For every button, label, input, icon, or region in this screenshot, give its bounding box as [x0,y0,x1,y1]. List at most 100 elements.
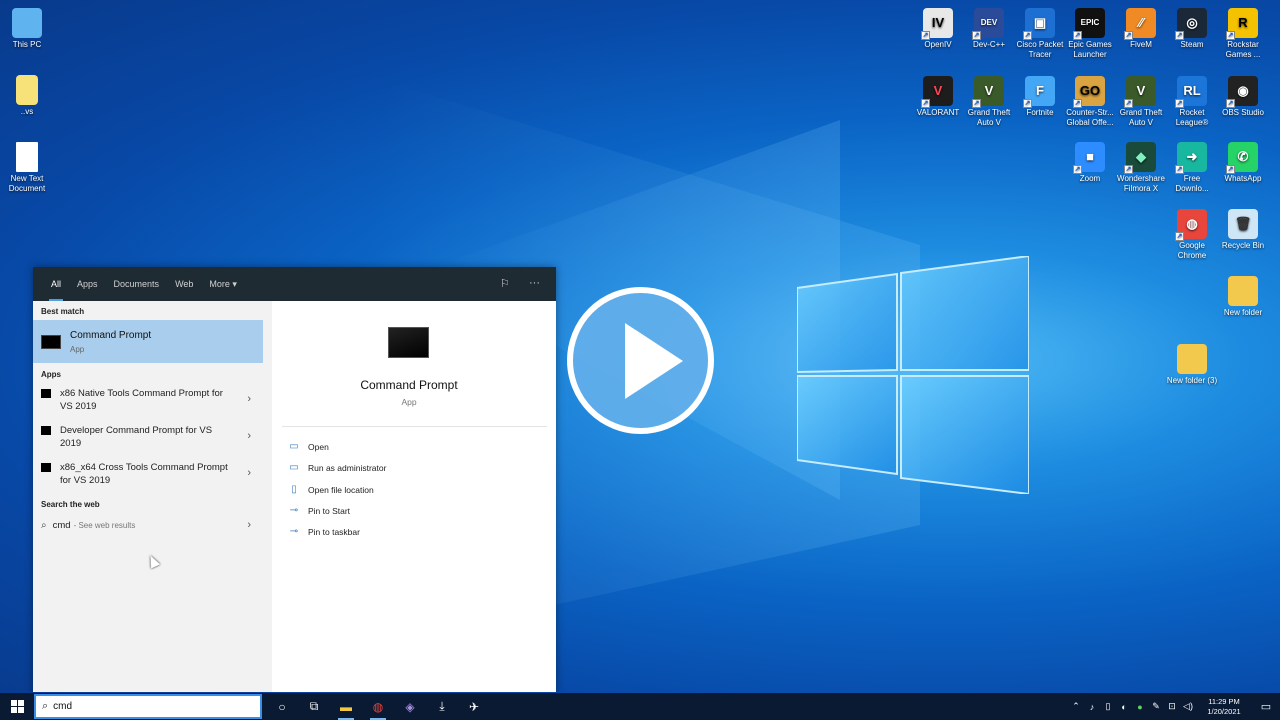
pin-icon: ⊸ [289,526,299,537]
list-item[interactable]: Developer Command Prompt for VS 2019 › [33,420,263,457]
desktop-icon-fortnite[interactable]: F ↗ Fortnite [1014,76,1066,118]
volume-icon[interactable]: ◁) [1180,701,1196,712]
desktop-icon-label: FiveM [1130,40,1152,49]
desktop-icon-openiv[interactable]: IV ↗ OpenIV [912,8,964,50]
action-pin-to-taskbar[interactable]: ⊸ Pin to taskbar [288,526,360,537]
app-result-label: Developer Command Prompt for VS 2019 [60,425,213,449]
desktop-icon-valorant[interactable]: V ↗ VALORANT [912,76,964,118]
tab-web[interactable]: Web [167,267,201,301]
desktop-icon-label: Recycle Bin [1221,241,1265,250]
chevron-up-icon[interactable]: ⌃ [1068,701,1084,712]
taskbar-search-box[interactable]: ⌕ [34,694,262,719]
action-open-file-location[interactable]: ▯ Open file location [288,484,373,495]
tab-all[interactable]: All [43,267,69,301]
shortcut-arrow-icon: ↗ [1175,165,1184,174]
web-search-result[interactable]: ⌕ cmd - See web results › [33,513,263,537]
app-icon: ◍ ↗ [1175,209,1207,241]
best-match-item[interactable]: Command Prompt App [33,320,263,363]
folder-icon [16,75,38,105]
desktop-icon-obs-studio[interactable]: ◉ ↗ OBS Studio [1217,76,1269,118]
desktop-icon-this-pc[interactable]: This PC [1,8,53,50]
action-run-as-administrator[interactable]: ▭ Run as administrator [288,462,386,473]
desktop-icon-new-folder-3[interactable]: New folder (3) [1166,344,1218,386]
pc-icon [12,8,42,38]
clock[interactable]: 11:29 PM 1/20/2021 [1202,697,1246,717]
network-icon[interactable]: ⊡ [1164,701,1180,712]
desktop-icon-counter-str-global-offe[interactable]: GO ↗ Counter-Str... Global Offe... [1064,76,1116,128]
more-options-icon[interactable]: ··· [529,277,540,289]
desktop-icon-new-text-document[interactable]: New Text Document [1,142,53,194]
chrome-icon: ◍ [372,699,384,714]
desktop-icon-rockstar-games[interactable]: R ↗ Rockstar Games ... [1217,8,1269,60]
desktop-icon-vs-folder[interactable]: ..vs [1,75,53,117]
desktop-icon-label: ..vs [20,107,34,116]
taskbar-app-download[interactable]: ⤓ [426,693,458,720]
search-icon: ⌕ [41,519,47,531]
desktop-icon-free-downlo[interactable]: ➜ ↗ Free Downlo... [1166,142,1218,194]
command-prompt-icon [41,389,51,398]
feedback-icon[interactable]: ⚐ [500,277,510,290]
taskbar-app-steam[interactable]: ✈ [458,693,490,720]
battery-icon[interactable]: ▯ [1100,701,1116,712]
desktop-icon-label: Steam [1180,40,1204,49]
taskbar-app-file-explorer[interactable]: ▬ [330,693,362,720]
tab-apps[interactable]: Apps [69,267,106,301]
action-open[interactable]: ▭ Open [288,441,329,452]
video-play-button[interactable] [567,287,714,434]
desktop-icon-steam[interactable]: ◎ ↗ Steam [1166,8,1218,50]
desktop-icon-dev-c[interactable]: DEV ↗ Dev-C++ [963,8,1015,50]
security-icon[interactable]: ◐ [1116,702,1132,712]
shortcut-arrow-icon: ↗ [972,31,981,40]
system-tray: ⌃ ♪ ▯ ◐ ● ✎ ⊡ ◁) 11:29 PM 1/20/2021 ▭ [1068,693,1280,720]
desktop-icon-zoom[interactable]: ■ ↗ Zoom [1064,142,1116,184]
chevron-right-icon[interactable]: › [247,467,251,479]
pen-icon[interactable]: ✎ [1148,701,1164,712]
microphone-icon[interactable]: ♪ [1084,702,1100,712]
taskbar-app-visual-studio-installer[interactable]: ◈ [394,693,426,720]
desktop-icon-new-folder[interactable]: New folder [1217,276,1269,318]
desktop-icon-epic-games-launcher[interactable]: EPIC ↗ Epic Games Launcher [1064,8,1116,60]
command-prompt-icon [41,334,61,349]
shortcut-arrow-icon: ↗ [921,99,930,108]
app-icon: ➜ ↗ [1175,142,1207,174]
desktop-icon-grand-theft-auto-v[interactable]: V ↗ Grand Theft Auto V [963,76,1015,128]
green-status-icon[interactable]: ● [1132,702,1148,712]
result-preview-pane: Command Prompt App ▭ Open ▭ Run as admin… [272,301,556,692]
app-icon: 🗑 [1228,209,1258,239]
list-item[interactable]: x86_x64 Cross Tools Command Prompt for V… [33,457,263,494]
search-input[interactable] [53,701,234,712]
desktop-icon-google-chrome[interactable]: ◍ ↗ Google Chrome [1166,209,1218,261]
desktop-icon-fivem[interactable]: ∕∕ ↗ FiveM [1115,8,1167,50]
clock-date: 1/20/2021 [1207,706,1241,716]
desktop-icon-wondershare-filmora-x[interactable]: ◆ ↗ Wondershare Filmora X [1115,142,1167,194]
notification-center-icon[interactable]: ▭ [1252,700,1280,713]
chevron-right-icon[interactable]: › [247,430,251,442]
desktop-icon-grand-theft-auto-v[interactable]: V ↗ Grand Theft Auto V [1115,76,1167,128]
cortana-button[interactable]: ○ [266,693,298,720]
desktop-icon-rocket-league[interactable]: RL ↗ Rocket League® [1166,76,1218,128]
list-item[interactable]: x86 Native Tools Command Prompt for VS 2… [33,383,263,420]
open-icon: ▭ [289,441,299,452]
desktop-icon-label: Dev-C++ [972,40,1005,49]
tab-documents[interactable]: Documents [106,267,168,301]
task-view-button[interactable]: ⧉ [298,693,330,720]
shortcut-arrow-icon: ↗ [1226,165,1235,174]
tab-more[interactable]: More ▾ [201,267,245,301]
taskbar-app-chrome[interactable]: ◍ [362,693,394,720]
action-label: Pin to Start [308,505,351,516]
chevron-right-icon[interactable]: › [247,519,251,531]
chevron-right-icon[interactable]: › [247,393,251,405]
desktop-icon-label: VALORANT [916,108,960,117]
desktop-icon-recycle-bin[interactable]: 🗑 Recycle Bin [1217,209,1269,251]
command-prompt-icon [41,463,51,472]
desktop-icon-whatsapp[interactable]: ✆ ↗ WhatsApp [1217,142,1269,184]
search-results-list: Best match Command Prompt App Apps x86 N… [33,301,263,692]
shortcut-arrow-icon: ↗ [1175,99,1184,108]
best-match-heading: Best match [41,307,85,316]
start-search-panel: All Apps Documents Web More ▾ ⚐ ··· Best… [33,267,556,692]
desktop: This PC ..vs New Text Document IV ↗ OpenIV… [0,0,1280,692]
start-button[interactable] [0,693,34,720]
desktop-icon-cisco-packet-tracer[interactable]: ▣ ↗ Cisco Packet Tracer [1014,8,1066,60]
action-pin-to-start[interactable]: ⊸ Pin to Start [288,505,350,516]
desktop-icon-label: New folder [1223,308,1263,317]
